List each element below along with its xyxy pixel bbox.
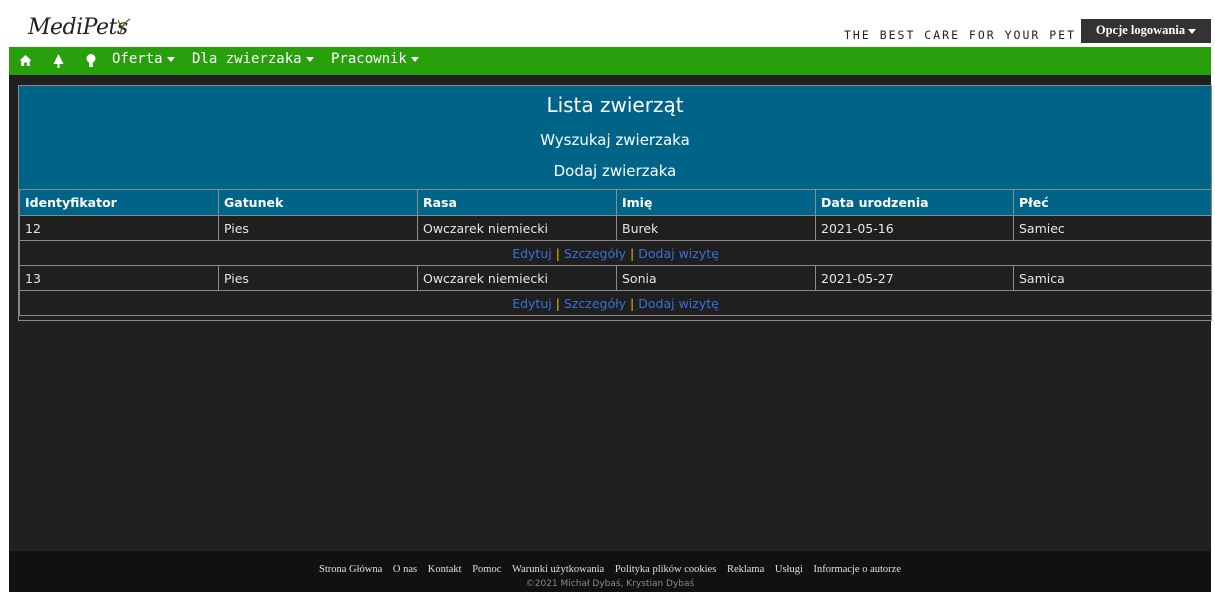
cell-id: 12 (19, 215, 219, 241)
panel-header: Lista zwierząt Wyszukaj zwierzaka Dodaj … (19, 86, 1211, 189)
column-header-species[interactable]: Gatunek (218, 189, 418, 216)
edit-link[interactable]: Edytuj (512, 246, 552, 261)
cell-breed: Owczarek niemiecki (417, 215, 617, 241)
caret-down-icon (166, 56, 175, 62)
table-actions-row: Edytuj | Szczegóły | Dodaj wizytę (19, 290, 1212, 316)
footer-link-contact[interactable]: Kontakt (428, 564, 462, 575)
page-title: Lista zwierząt (546, 93, 684, 117)
nav-menu-pracownik-label: Pracownik (331, 51, 407, 67)
row-actions: Edytuj | Szczegóły | Dodaj wizytę (19, 290, 1212, 316)
page: MediPets THE BEST CARE FOR YOUR PET Opcj… (9, 9, 1212, 592)
cell-species: Pies (218, 215, 418, 241)
tree-icon[interactable] (53, 54, 64, 68)
separator: | (555, 245, 560, 261)
home-icon[interactable] (19, 54, 32, 67)
column-header-sex[interactable]: Płeć (1013, 189, 1212, 216)
logo-sprig-icon (117, 18, 131, 35)
footer-link-ads[interactable]: Reklama (727, 564, 764, 575)
cell-species: Pies (218, 265, 418, 291)
column-header-birth-date[interactable]: Data urodzenia (815, 189, 1014, 216)
column-header-name[interactable]: Imię (616, 189, 816, 216)
nav-menu-oferta[interactable]: Oferta (112, 51, 179, 67)
add-visit-link[interactable]: Dodaj wizytę (638, 246, 719, 261)
cell-birth-date: 2021-05-16 (815, 215, 1014, 241)
nav-menu-pracownik[interactable]: Pracownik (331, 51, 423, 67)
table-header-row: Identyfikator Gatunek Rasa Imię Data uro… (19, 189, 1212, 216)
footer-link-help[interactable]: Pomoc (472, 564, 501, 575)
footer-link-terms[interactable]: Warunki użytkowania (512, 564, 604, 575)
cell-name: Sonia (616, 265, 816, 291)
animal-list-panel: Lista zwierząt Wyszukaj zwierzaka Dodaj … (18, 85, 1212, 321)
footer: Strona Główna O nas Kontakt Pomoc Warunk… (9, 551, 1211, 592)
table-actions-row: Edytuj | Szczegóły | Dodaj wizytę (19, 240, 1212, 266)
add-visit-link[interactable]: Dodaj wizytę (638, 296, 719, 311)
column-header-id[interactable]: Identyfikator (19, 189, 219, 216)
footer-link-author[interactable]: Informacje o autorze (814, 564, 901, 575)
footer-links: Strona Główna O nas Kontakt Pomoc Warunk… (9, 564, 1211, 575)
cell-sex: Samiec (1013, 215, 1212, 241)
bulb-icon[interactable] (86, 54, 96, 68)
login-options-label: Opcje logowania (1095, 23, 1186, 37)
column-header-breed[interactable]: Rasa (417, 189, 617, 216)
footer-link-home[interactable]: Strona Główna (319, 564, 382, 575)
footer-link-cookies[interactable]: Polityka plików cookies (615, 564, 717, 575)
animals-table: Identyfikator Gatunek Rasa Imię Data uro… (19, 189, 1212, 316)
edit-link[interactable]: Edytuj (512, 296, 552, 311)
footer-link-services[interactable]: Usługi (775, 564, 803, 575)
main-nav: Oferta Dla zwierzaka Pracownik (9, 47, 1211, 75)
details-link[interactable]: Szczegóły (564, 246, 626, 261)
add-animal-link[interactable]: Dodaj zwierzaka (19, 162, 1211, 180)
row-actions: Edytuj | Szczegóły | Dodaj wizytę (19, 240, 1212, 266)
footer-link-about[interactable]: O nas (393, 564, 417, 575)
separator: | (555, 295, 560, 311)
table-row: 13 Pies Owczarek niemiecki Sonia 2021-05… (19, 265, 1212, 291)
nav-menu-dla-zwierzaka[interactable]: Dla zwierzaka (192, 51, 318, 67)
copyright: ©2021 Michał Dybaś, Krystian Dybaś (525, 579, 695, 589)
logo-text: MediPets (28, 15, 128, 40)
login-options-button[interactable]: Opcje logowania (1081, 19, 1211, 43)
cell-sex: Samica (1013, 265, 1212, 291)
nav-menu-oferta-label: Oferta (112, 51, 163, 67)
caret-down-icon (305, 56, 314, 62)
caret-down-icon (410, 56, 419, 62)
table-row: 12 Pies Owczarek niemiecki Burek 2021-05… (19, 215, 1212, 241)
cell-id: 13 (19, 265, 219, 291)
separator: | (630, 245, 635, 261)
cell-breed: Owczarek niemiecki (417, 265, 617, 291)
caret-down-icon (1188, 28, 1197, 34)
tagline: THE BEST CARE FOR YOUR PET (844, 28, 1077, 42)
search-animal-link[interactable]: Wyszukaj zwierzaka (19, 131, 1211, 149)
logo[interactable]: MediPets (28, 15, 131, 40)
cell-birth-date: 2021-05-27 (815, 265, 1014, 291)
separator: | (630, 295, 635, 311)
cell-name: Burek (616, 215, 816, 241)
details-link[interactable]: Szczegóły (564, 296, 626, 311)
main-content: Lista zwierząt Wyszukaj zwierzaka Dodaj … (9, 75, 1212, 551)
nav-menu-dla-zwierzaka-label: Dla zwierzaka (192, 51, 302, 67)
header: MediPets THE BEST CARE FOR YOUR PET Opcj… (9, 9, 1211, 47)
